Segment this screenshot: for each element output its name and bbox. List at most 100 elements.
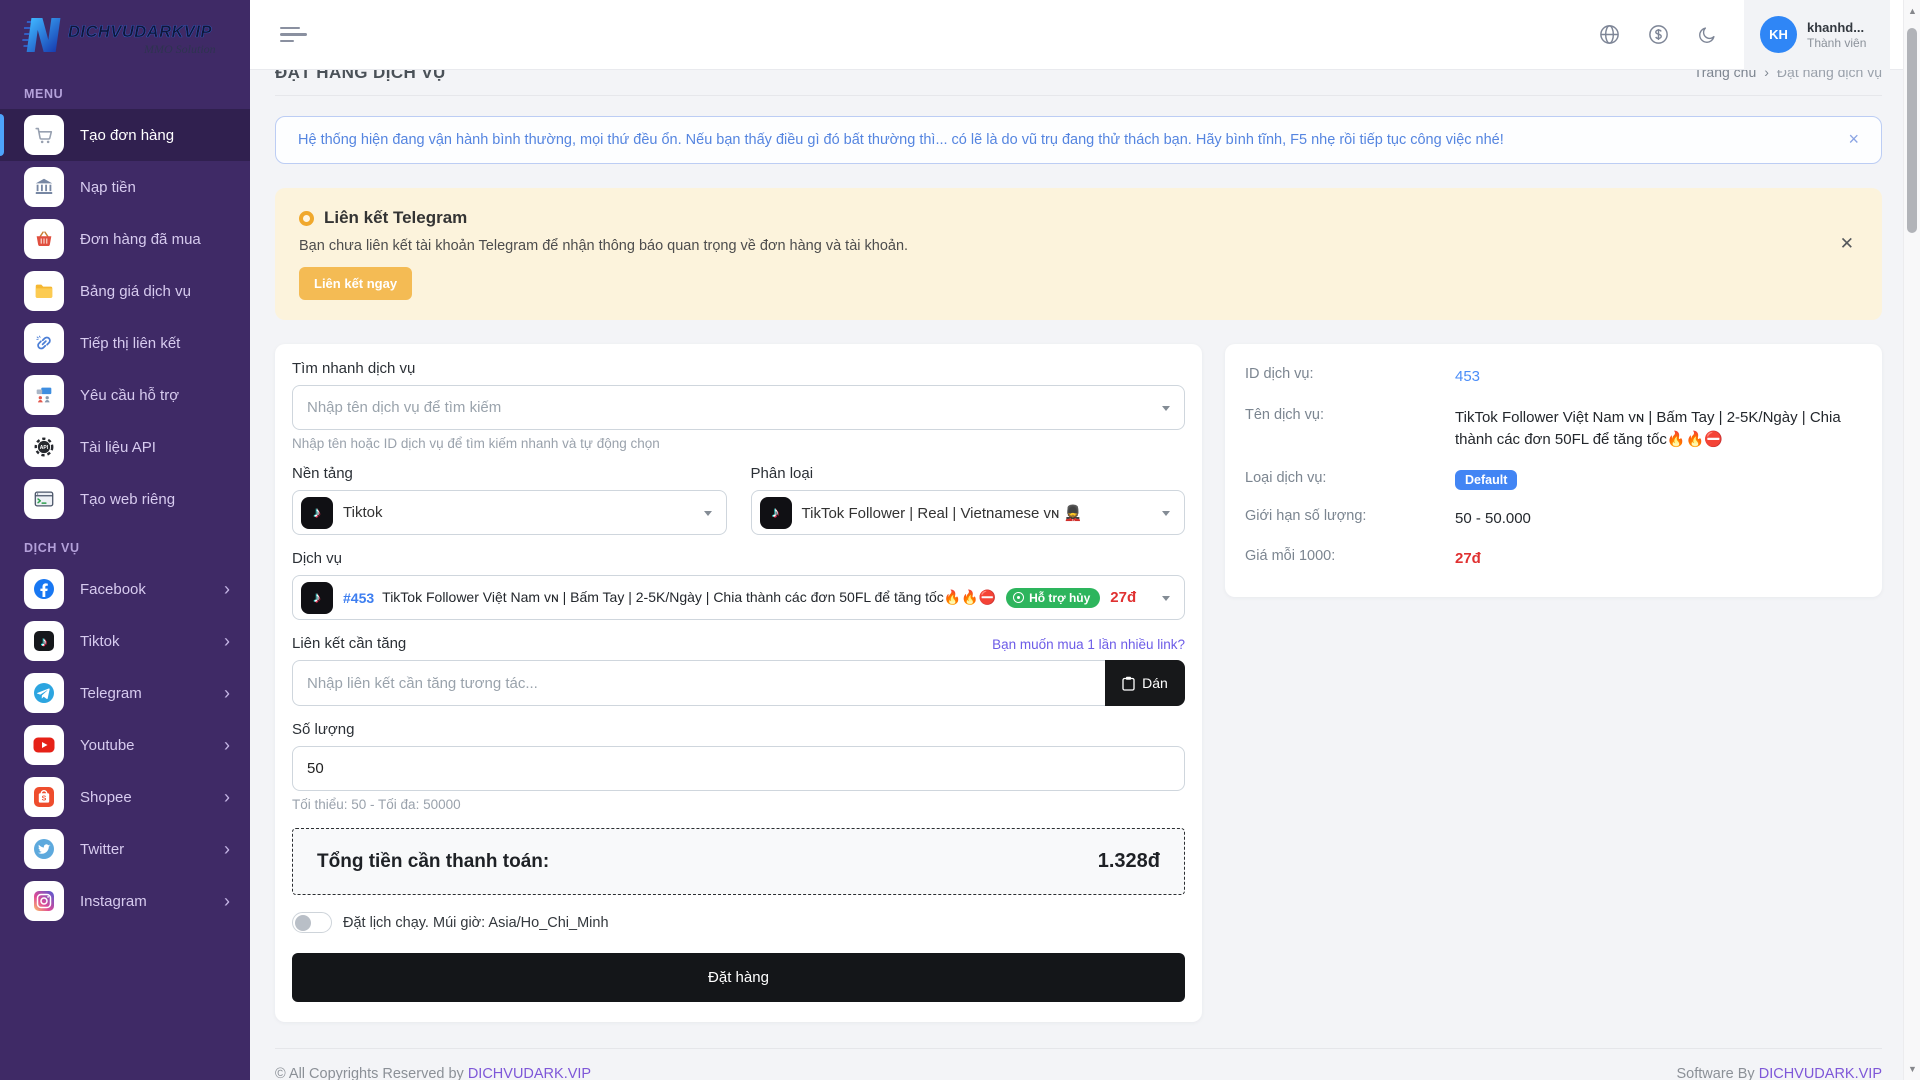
chevron-right-icon: › <box>224 580 230 598</box>
tiktok-icon: ♪ <box>301 582 333 614</box>
sidebar-item-yeu-cau-ho-tro[interactable]: Yêu cầu hỗ trợ <box>0 369 250 421</box>
place-order-button[interactable]: Đặt hàng <box>292 953 1185 1002</box>
service-name: TikTok Follower Việt Nam ᴠɴ | Bấm Tay | … <box>382 589 996 606</box>
sidebar-item-tao-web-rieng[interactable]: Tạo web riêng <box>0 473 250 525</box>
sidebar-item-label: Đơn hàng đã mua <box>80 231 230 248</box>
tiktok-icon: ♪ <box>301 497 333 529</box>
info-row: ID dịch vụ: 453 <box>1245 366 1862 389</box>
sidebar-item-shopee[interactable]: S Shopee › <box>0 771 250 823</box>
sidebar: DICHVUDARKVIP MMO Solution MENU Tạo đơn … <box>0 0 250 1080</box>
paste-button[interactable]: Dán <box>1105 660 1185 706</box>
category-select[interactable]: ♪ TikTok Follower | Real | Vietnamese ᴠɴ… <box>751 490 1186 535</box>
sidebar-item-facebook[interactable]: Facebook › <box>0 563 250 615</box>
hamburger-menu-icon[interactable] <box>280 27 307 43</box>
sidebar-item-label: Nạp tiền <box>80 179 230 196</box>
sidebar-item-label: Twitter <box>80 841 208 858</box>
sidebar-item-nap-tien[interactable]: Nạp tiền <box>0 161 250 213</box>
service-select[interactable]: ♪ #453 TikTok Follower Việt Nam ᴠɴ | Bấm… <box>292 575 1185 620</box>
sidebar-item-bang-gia-dich-vu[interactable]: Bảng giá dịch vụ <box>0 265 250 317</box>
sidebar-item-tiep-thi-lien-ket[interactable]: Tiếp thị liên kết <box>0 317 250 369</box>
sidebar-item-tai-lieu-api[interactable]: API Tài liệu API <box>0 421 250 473</box>
scroll-down-icon[interactable]: ▼ <box>1904 1064 1920 1074</box>
schedule-label: Đặt lịch chạy. Múi giờ: Asia/Ho_Chi_Minh <box>343 915 609 931</box>
top-bar: KH khanhd... Thành viên <box>250 0 1920 70</box>
sidebar-item-don-hang-da-mua[interactable]: Đơn hàng đã mua <box>0 213 250 265</box>
sidebar-item-twitter[interactable]: Twitter › <box>0 823 250 875</box>
logo-mark <box>27 18 61 52</box>
alert-message: Hệ thống hiện đang vận hành bình thường,… <box>298 132 1504 148</box>
copyright: © All Copyrights Reserved by DICHVUDARK.… <box>275 1066 591 1080</box>
svg-text:♪: ♪ <box>41 634 48 649</box>
sidebar-item-youtube[interactable]: Youtube › <box>0 719 250 771</box>
category-value: TikTok Follower | Real | Vietnamese ᴠɴ 💂 <box>802 504 1083 522</box>
chevron-right-icon: › <box>224 632 230 650</box>
close-icon[interactable]: ✕ <box>1840 234 1854 254</box>
page-title: ĐẶT HÀNG DỊCH VỤ <box>275 70 446 83</box>
user-name: khanhd... <box>1807 19 1866 37</box>
sidebar-item-label: Facebook <box>80 581 208 598</box>
breadcrumb-separator: › <box>1764 70 1769 80</box>
sidebar-section-menu: MENU <box>0 87 250 101</box>
link-label: Liên kết cần tăng <box>292 635 406 652</box>
sidebar-item-label: Telegram <box>80 685 208 702</box>
sidebar-item-label: Tiếp thị liên kết <box>80 335 230 352</box>
badge-icon <box>1013 592 1024 603</box>
price-per-1000-value: 27đ <box>1455 548 1862 571</box>
sidebar-item-label: Tiktok <box>80 633 208 650</box>
cart-icon <box>24 115 64 155</box>
multi-link-hint-link[interactable]: Bạn muốn mua 1 lần nhiều link? <box>992 637 1185 652</box>
svg-text:API: API <box>40 445 49 451</box>
user-menu[interactable]: KH khanhd... Thành viên <box>1744 0 1890 70</box>
platform-select[interactable]: ♪ Tiktok <box>292 490 727 535</box>
bank-icon <box>24 167 64 207</box>
sidebar-item-instagram[interactable]: Instagram › <box>0 875 250 927</box>
category-label: Phân loại <box>751 465 1186 482</box>
quantity-input[interactable] <box>292 746 1185 791</box>
search-help: Nhập tên hoặc ID dịch vụ để tìm kiếm nha… <box>292 436 1185 451</box>
footer-brand-link[interactable]: DICHVUDARK.VIP <box>1759 1066 1882 1080</box>
scroll-up-icon[interactable]: ▲ <box>1904 6 1920 16</box>
breadcrumb: Trang chủ › Đặt hàng dịch vụ <box>1694 70 1882 80</box>
total-value: 1.328đ <box>1098 850 1160 873</box>
footer-brand-link[interactable]: DICHVUDARK.VIP <box>468 1066 591 1080</box>
quantity-label: Số lượng <box>292 721 1185 738</box>
chevron-right-icon: › <box>224 788 230 806</box>
terminal-icon <box>24 479 64 519</box>
breadcrumb-current: Đặt hàng dịch vụ <box>1777 70 1882 80</box>
breadcrumb-home[interactable]: Trang chủ <box>1694 70 1757 80</box>
system-alert: Hệ thống hiện đang vận hành bình thường,… <box>275 116 1882 164</box>
content-area: ĐẶT HÀNG DỊCH VỤ Trang chủ › Đặt hàng dị… <box>250 70 1920 1080</box>
target-link-input[interactable] <box>292 660 1105 706</box>
telegram-status-icon <box>299 211 314 226</box>
telegram-link-button[interactable]: Liên kết ngay <box>299 267 412 300</box>
page-scrollbar[interactable]: ▲ ▼ <box>1903 0 1920 1080</box>
link-icon <box>24 323 64 363</box>
sidebar-item-tao-don-hang[interactable]: Tạo đơn hàng <box>0 109 250 161</box>
close-icon[interactable]: × <box>1848 132 1859 146</box>
youtube-icon <box>24 725 64 765</box>
page-footer: © All Copyrights Reserved by DICHVUDARK.… <box>275 1048 1882 1080</box>
service-label: Dịch vụ <box>292 550 1185 567</box>
logo[interactable]: DICHVUDARKVIP MMO Solution <box>0 0 250 71</box>
sidebar-item-telegram[interactable]: Telegram › <box>0 667 250 719</box>
telegram-link-card: Liên kết Telegram Bạn chưa liên kết tài … <box>275 188 1882 320</box>
dark-mode-moon-icon[interactable] <box>1696 24 1718 46</box>
quantity-help: Tối thiểu: 50 - Tối đa: 50000 <box>292 797 1185 812</box>
chevron-down-icon <box>1162 596 1170 601</box>
page-head: ĐẶT HÀNG DỊCH VỤ Trang chủ › Đặt hàng dị… <box>275 70 1882 96</box>
schedule-toggle[interactable] <box>292 912 332 933</box>
facebook-icon <box>24 569 64 609</box>
currency-icon[interactable] <box>1647 23 1670 46</box>
support-icon <box>24 375 64 415</box>
software-by: Software By DICHVUDARK.VIP <box>1677 1066 1882 1080</box>
main-pane: KH khanhd... Thành viên ĐẶT HÀNG DỊCH VỤ… <box>250 0 1920 1080</box>
globe-icon[interactable] <box>1598 23 1621 46</box>
sidebar-item-tiktok[interactable]: ♪♪♪ Tiktok › <box>0 615 250 667</box>
service-search-select[interactable]: Nhập tên dịch vụ để tìm kiếm <box>292 385 1185 430</box>
chevron-right-icon: › <box>224 892 230 910</box>
search-placeholder: Nhập tên dịch vụ để tìm kiếm <box>307 399 501 416</box>
total-box: Tổng tiền cần thanh toán: 1.328đ <box>292 828 1185 895</box>
sidebar-item-label: Tạo đơn hàng <box>80 127 230 144</box>
scrollbar-thumb[interactable] <box>1907 28 1917 233</box>
order-form-card: Tìm nhanh dịch vụ Nhập tên dịch vụ để tì… <box>275 344 1202 1022</box>
